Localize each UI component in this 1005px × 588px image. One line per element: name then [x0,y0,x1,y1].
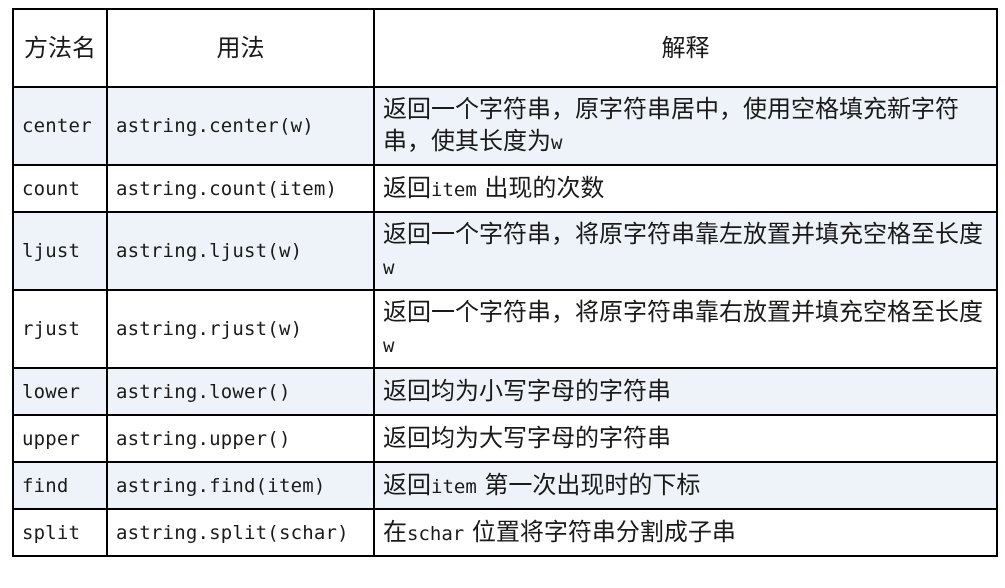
desc-code: w [551,132,563,154]
explanation-cell: 返回一个字符串，将原字符串靠左放置并填充空格至长度 w [373,211,998,291]
usage-cell: astring.split(schar) [106,508,375,557]
usage-cell: astring.ljust(w) [106,211,375,291]
string-methods-table: 方法名 用法 解释 center astring.center(w) 返回一个字符串… [12,8,998,557]
desc-code: item [431,178,477,201]
table-row-count: count astring.count(item) 返回item 出现的次数 [12,164,998,213]
table-row-split: split astring.split(schar) 在schar 位置将字符串分割… [12,508,998,557]
desc-code: item [431,475,477,498]
desc-text-before: 返回一个字符串，将原字符串靠右放置并填充空格至长度 [383,298,983,326]
usage-cell: astring.upper() [106,414,375,463]
table-row-find: find astring.find(item) 返回item 第一次出现时的下标 [12,461,998,510]
method-name-cell: count [12,164,108,213]
table-row-ljust: ljust astring.ljust(w) 返回一个字符串，将原字符串靠左放置并填… [12,211,998,291]
method-name-cell: center [12,86,108,166]
explanation-cell: 返回均为大写字母的字符串 [373,414,998,463]
explanation-cell: 返回一个字符串，将原字符串靠右放置并填充空格至长度 w [373,289,998,369]
explanation-cell: 在schar 位置将字符串分割成子串 [373,508,998,557]
method-name-cell: find [12,461,108,510]
desc-text-after: 第一次出现时的下标 [476,470,701,499]
usage-cell: astring.rjust(w) [106,289,375,369]
desc-code: schar [407,522,465,545]
explanation-cell: 返回均为小写字母的字符串 [373,367,998,416]
usage-cell: astring.find(item) [106,461,375,510]
desc-code: w [383,335,395,357]
explanation-cell: 返回item 出现的次数 [373,164,998,213]
table-row-rjust: rjust astring.rjust(w) 返回一个字符串，将原字符串靠右放置并填… [12,289,998,369]
desc-text-before: 返回均为大写字母的字符串 [383,423,671,452]
method-name-cell: upper [12,414,108,463]
table-row-center: center astring.center(w) 返回一个字符串，原字符串居中，使用… [12,86,998,166]
header-row: 方法名 用法 解释 [12,8,998,88]
table-row-lower: lower astring.lower() 返回均为小写字母的字符串 [12,367,998,416]
method-name-cell: rjust [12,289,108,369]
explanation-cell: 返回一个字符串，原字符串居中，使用空格填充新字符串，使其长度为w [373,86,998,166]
desc-text-before: 返回 [383,470,431,499]
desc-text-before: 返回均为小写字母的字符串 [383,376,671,405]
desc-text-before: 返回一个字符串，原字符串居中，使用空格填充新字符串，使其长度为 [383,95,959,155]
header-method-name: 方法名 [12,8,108,88]
explanation-cell: 返回item 第一次出现时的下标 [373,461,998,510]
desc-text-before: 在 [383,517,407,546]
desc-text-after: 出现的次数 [476,173,605,202]
header-usage: 用法 [106,8,375,88]
method-name-cell: split [12,508,108,557]
usage-cell: astring.center(w) [106,86,375,166]
table-row-upper: upper astring.upper() 返回均为大写字母的字符串 [12,414,998,463]
desc-code: w [383,257,395,279]
desc-text-before: 返回一个字符串，将原字符串靠左放置并填充空格至长度 [383,220,983,248]
method-name-cell: ljust [12,211,108,291]
usage-cell: astring.lower() [106,367,375,416]
desc-text-after: 位置将字符串分割成子串 [464,517,736,546]
usage-cell: astring.count(item) [106,164,375,213]
header-explanation: 解释 [373,8,998,88]
desc-text-before: 返回 [383,173,431,202]
method-name-cell: lower [12,367,108,416]
